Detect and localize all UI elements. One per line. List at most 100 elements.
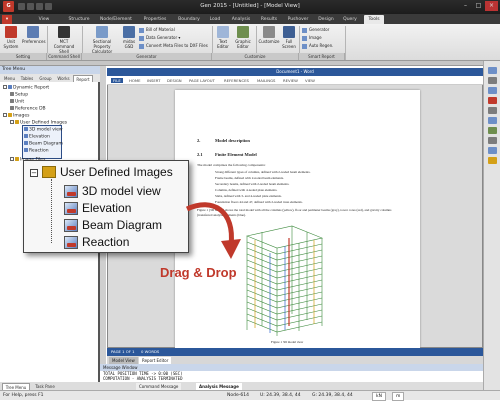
word-tab-mailings[interactable]: MAILINGS	[257, 78, 275, 83]
app-menu-button[interactable]: ▾	[2, 15, 12, 24]
tree-node-images[interactable]: Images	[3, 113, 29, 119]
tree-node-3d-model-view[interactable]: 3D model view	[24, 127, 63, 133]
full-screen-button[interactable]: Full Screen	[281, 26, 297, 49]
midas-gsd-button[interactable]: midas GSD	[121, 26, 137, 49]
tree-node-label: Reaction	[29, 148, 49, 154]
status-bar: For Help, press F1 Node-614 U: 24.39, 38…	[0, 390, 500, 401]
tree-node-setup[interactable]: Setup	[10, 92, 28, 98]
word-tab-view[interactable]: VIEW	[305, 78, 315, 83]
tree-node-dynamic-report[interactable]: Dynamic Report	[3, 85, 49, 91]
callout-3d-model-view[interactable]: 3D model view	[82, 184, 161, 198]
full-screen-icon	[283, 26, 295, 38]
collapse-icon[interactable]: −	[30, 169, 38, 177]
graphic-editor-button[interactable]: Graphic Editor	[233, 26, 253, 49]
select-icon[interactable]	[488, 97, 497, 104]
word-tab-home[interactable]: HOME	[129, 78, 141, 83]
image-icon	[64, 202, 78, 215]
gsd-icon	[123, 26, 135, 38]
grid-icon[interactable]	[488, 107, 497, 114]
preferences-button[interactable]: Preferences	[22, 26, 46, 44]
callout-reaction[interactable]: Reaction	[82, 235, 129, 249]
tab-task-pane[interactable]: Task Pane	[31, 383, 59, 390]
tab-analysis[interactable]: Analysis	[228, 15, 254, 24]
tree-node-beam-diagram[interactable]: Beam Diagram	[24, 141, 63, 147]
auto-regen-button[interactable]: Auto Regen.	[302, 43, 333, 49]
tree-node-reaction[interactable]: Reaction	[24, 148, 49, 154]
word-ribbon-tabs: FILE HOME INSERT DESIGN PAGE LAYOUT REFE…	[107, 76, 483, 85]
tab-menu[interactable]: Menu	[2, 75, 17, 82]
pan-icon[interactable]	[488, 77, 497, 84]
tab-analysis-message[interactable]: Analysis Message	[196, 383, 242, 390]
tab-view[interactable]: View	[34, 15, 54, 24]
sectional-property-calculator-button[interactable]: Sectional Property Calculator	[84, 26, 120, 54]
image-button[interactable]: Image	[302, 35, 322, 41]
word-tab-design[interactable]: DESIGN	[167, 78, 182, 83]
tab-report[interactable]: Report	[73, 75, 93, 82]
tree-connector	[51, 179, 52, 243]
tab-properties[interactable]: Properties	[140, 15, 170, 24]
convert-meta-files-button[interactable]: Convert Meta Files to DXF Files	[139, 43, 208, 49]
tree-bottom-tabs: Tree Menu Task Pane	[0, 382, 100, 390]
word-tab-file[interactable]: FILE	[111, 78, 123, 83]
tab-model-view[interactable]: Model View	[109, 357, 138, 364]
word-tab-page-layout[interactable]: PAGE LAYOUT	[189, 78, 215, 83]
mct-command-shell-button[interactable]: MCT Command Shell	[49, 26, 79, 54]
maximize-icon[interactable]: □	[472, 1, 485, 11]
customize-button[interactable]: Customize	[258, 26, 280, 44]
word-status-bar: PAGE 1 OF 1 0 WORDS	[107, 348, 483, 356]
word-tab-review[interactable]: REVIEW	[283, 78, 298, 83]
auto-regen-label: Auto Regen.	[309, 43, 334, 48]
tree-node-unit[interactable]: Unit	[10, 99, 24, 105]
tab-command-message[interactable]: Command Message	[136, 383, 182, 390]
group-customize: Customize	[212, 53, 299, 60]
generator-label: Generator	[309, 27, 330, 32]
rotate-icon[interactable]	[488, 87, 497, 94]
close-icon[interactable]: ×	[485, 1, 498, 11]
tab-query[interactable]: Query	[340, 15, 360, 24]
render-icon[interactable]	[488, 157, 497, 164]
tab-tree-menu[interactable]: Tree Menu	[2, 383, 30, 390]
text-editor-icon	[217, 26, 229, 38]
tab-results[interactable]: Results	[258, 15, 280, 24]
bullet-item: Columns, defined with 4-noded plate elem…	[215, 188, 278, 192]
tree-node-reference-db[interactable]: Reference DB	[10, 106, 46, 112]
bill-of-material-button[interactable]: Bill of Material	[139, 27, 175, 33]
iso-view-icon[interactable]	[488, 147, 497, 154]
hide-icon[interactable]	[488, 137, 497, 144]
tab-tools[interactable]: Tools	[364, 15, 384, 24]
status-g-coords: G: 24.39, 38.4, 44	[312, 393, 353, 398]
minimize-icon[interactable]: –	[459, 1, 472, 11]
word-title: Document1 - Word	[107, 68, 483, 76]
paragraph: The model comprises the following compon…	[197, 163, 266, 167]
view-icon[interactable]	[488, 117, 497, 124]
word-tab-insert[interactable]: INSERT	[147, 78, 160, 83]
graphic-editor-label: Graphic Editor	[235, 39, 251, 49]
tab-works[interactable]: Works	[55, 75, 72, 82]
tab-boundary[interactable]: Boundary	[175, 15, 203, 24]
tab-tables[interactable]: Tables	[18, 75, 36, 82]
preferences-icon	[27, 26, 39, 38]
tab-report-editor[interactable]: Report Editor	[139, 357, 172, 364]
generator-button[interactable]: Generator	[302, 27, 329, 33]
ribbon: Unit System Preferences MCT Command Shel…	[0, 24, 500, 61]
tab-node-element[interactable]: Node/Element	[96, 15, 136, 24]
data-generator-label: Data Generator	[146, 35, 178, 40]
tab-load[interactable]: Load	[207, 15, 223, 24]
3d-model-image[interactable]	[237, 218, 332, 338]
zoom-icon[interactable]	[488, 67, 497, 74]
callout-beam-diagram[interactable]: Beam Diagram	[82, 218, 162, 232]
tab-group[interactable]: Group	[37, 75, 54, 82]
tab-structure[interactable]: Structure	[64, 15, 94, 24]
callout-elevation[interactable]: Elevation	[82, 201, 131, 215]
tree-node-elevation[interactable]: Elevation	[24, 134, 50, 140]
message-window: TOTAL POSITION TIME -> 0:00 (SEC) COMPUT…	[100, 371, 483, 382]
tab-design[interactable]: Design	[315, 15, 337, 24]
data-generator-button[interactable]: Data Generator ▾	[139, 35, 180, 41]
word-tab-references[interactable]: REFERENCES	[224, 78, 249, 83]
text-editor-button[interactable]: Text Editor	[214, 26, 232, 49]
unit-system-button[interactable]: Unit System	[2, 26, 20, 49]
display-icon[interactable]	[488, 127, 497, 134]
group-setting: Setting	[0, 53, 47, 60]
tree-node-label: Reference DB	[15, 106, 46, 112]
tab-pushover[interactable]: Pushover	[284, 15, 312, 24]
